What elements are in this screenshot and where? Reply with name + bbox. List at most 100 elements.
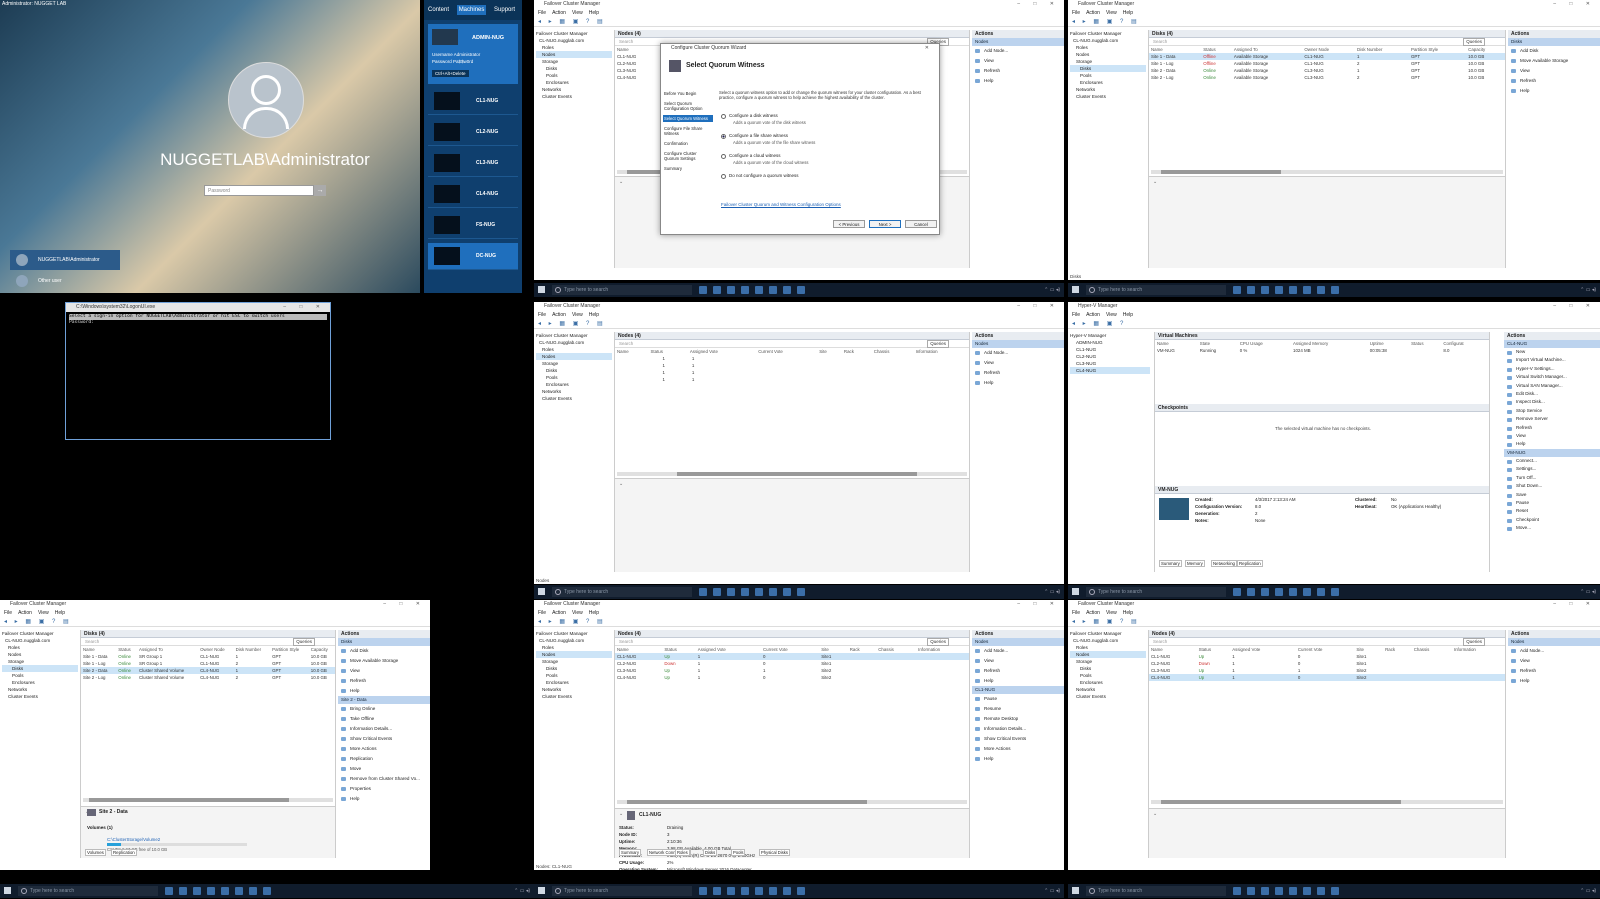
store-icon[interactable] (797, 887, 805, 895)
tree-item[interactable]: Pools (536, 672, 612, 679)
tree-item[interactable]: Networks (536, 86, 612, 93)
toolbar[interactable]: ◂ ▸ ▦ ▣ ? ▤ (534, 617, 1064, 627)
tree-item[interactable]: Storage (1070, 658, 1146, 665)
window-controls[interactable]: – □ ✕ (1553, 0, 1596, 9)
edge-icon[interactable] (713, 588, 721, 596)
server-manager-icon[interactable] (1275, 588, 1283, 596)
tree-item[interactable]: Enclosures (1070, 679, 1146, 686)
tree-item[interactable]: Roles (2, 644, 78, 651)
action-item[interactable]: Move... (1504, 524, 1600, 532)
start-icon[interactable] (538, 887, 545, 894)
action-item[interactable]: Shut Down... (1504, 482, 1600, 490)
column-header[interactable]: CPU Usage (1238, 340, 1291, 347)
user-tile-other[interactable]: Other user (10, 274, 120, 288)
tree-item[interactable]: Networks (2, 686, 78, 693)
cluster-manager-icon[interactable] (755, 588, 763, 596)
toolbar[interactable]: ◂ ▸ ▦ ▣ ? ▤ (1068, 617, 1600, 627)
column-header[interactable]: Assigned To (137, 646, 198, 653)
column-header[interactable]: Disk Number (1355, 46, 1409, 53)
column-header[interactable]: Capacity (309, 646, 335, 653)
menu-help[interactable]: Help (589, 610, 599, 616)
tree-item[interactable]: Enclosures (536, 381, 612, 388)
menu-view[interactable]: View (572, 312, 583, 318)
tab-content[interactable]: Content (428, 7, 449, 13)
taskbar-search[interactable]: Type here to search (1086, 886, 1226, 896)
password-field[interactable]: Password (204, 185, 314, 196)
action-item[interactable]: Move Available Storage (338, 656, 430, 666)
tree-item[interactable]: Nodes (1070, 651, 1146, 658)
collapse-chevron-icon[interactable]: ⌄ (1149, 809, 1505, 819)
tree-item[interactable]: Failover Cluster Manager (1070, 630, 1146, 637)
radio-button[interactable] (721, 114, 726, 119)
action-item[interactable]: Refresh (1504, 424, 1600, 432)
server-manager-icon[interactable] (741, 588, 749, 596)
column-header[interactable]: State (1198, 340, 1238, 347)
action-item[interactable]: Help (972, 754, 1064, 764)
table-row[interactable]: Site 2 - Log Online Available Storage CL3-N… (1149, 74, 1505, 81)
action-item[interactable]: Hyper-V Settings... (1504, 365, 1600, 373)
detail-tab[interactable]: Pools (731, 849, 746, 856)
start-icon[interactable] (4, 887, 11, 894)
tree-item[interactable]: CL4-NUG (1070, 367, 1150, 374)
toolbar[interactable]: ◂ ▸ ▦ ▣ ? ▤ (1068, 17, 1600, 27)
powershell-icon[interactable] (783, 286, 791, 294)
ctrl-alt-delete-button[interactable]: Ctrl+Alt+Delete (432, 70, 469, 77)
action-item[interactable]: Add Node... (1508, 646, 1600, 656)
edge-icon[interactable] (713, 887, 721, 895)
tree-item[interactable]: Failover Cluster Manager (536, 630, 612, 637)
menu-help[interactable]: Help (1123, 610, 1133, 616)
column-header[interactable]: Status (1197, 646, 1231, 653)
column-header[interactable]: Chassis (872, 348, 914, 355)
column-header[interactable]: Partition Style (270, 646, 309, 653)
table-row[interactable]: CL2-NUG Down 1 0 Site1 (615, 660, 969, 667)
tree-item[interactable]: Pools (1070, 72, 1146, 79)
tree-item[interactable]: CL3-NUG (1070, 360, 1150, 367)
server-manager-icon[interactable] (1275, 887, 1283, 895)
column-header[interactable]: Name (615, 646, 662, 653)
menu-help[interactable]: Help (1123, 10, 1133, 16)
column-header[interactable]: Name (1149, 646, 1197, 653)
toolbar[interactable]: ◂ ▸ ▦ ▣ ? (1068, 319, 1600, 329)
horizontal-scrollbar[interactable] (617, 472, 967, 476)
tree-item[interactable]: Storage (2, 658, 78, 665)
help-link[interactable]: Failover Cluster Quorum and Witness Conf… (721, 202, 841, 207)
tree-item[interactable]: CL-NUG.nugglab.com (2, 637, 78, 644)
action-item[interactable]: Move (338, 764, 430, 774)
column-header[interactable]: Assigned Vote (696, 646, 761, 653)
action-item[interactable]: Add Node... (972, 348, 1064, 358)
table-row[interactable]: CL3-NUG Up 1 1 Site2 (1149, 667, 1505, 674)
taskbar-search[interactable]: Type here to search (552, 886, 692, 896)
table-row[interactable]: Site 1 - Data Online SR Group 1 CL1-NUG 1 GPT… (81, 653, 335, 660)
column-header[interactable]: Status (662, 646, 695, 653)
taskbar-search[interactable]: Type here to search (552, 587, 692, 597)
start-icon[interactable] (1072, 588, 1079, 595)
user-tile-admin[interactable]: NUGGETLAB\Administrator (10, 250, 120, 270)
search-box[interactable]: Search Queries (1149, 638, 1505, 646)
action-item[interactable]: More Actions (338, 744, 430, 754)
edge-icon[interactable] (1247, 286, 1255, 294)
machine-card[interactable]: CL3-NUG (428, 150, 518, 177)
action-item[interactable]: View (1508, 656, 1600, 666)
current-machine-card[interactable]: ADMIN-NUG Username Administrator Passwor… (428, 24, 518, 84)
queries-button[interactable]: Queries (927, 638, 949, 646)
store-icon[interactable] (797, 286, 805, 294)
close-icon[interactable]: ✕ (925, 44, 935, 53)
tree-item[interactable]: Cluster Events (536, 395, 612, 402)
action-item[interactable]: Resume (972, 704, 1064, 714)
menu-file[interactable]: File (4, 610, 12, 616)
actions-section[interactable]: Site 2 - Data (338, 696, 430, 704)
detail-tab[interactable]: Memory (1185, 560, 1205, 567)
action-item[interactable]: Add Disk (1508, 46, 1600, 56)
menu-help[interactable]: Help (589, 312, 599, 318)
action-item[interactable]: More Actions (972, 744, 1064, 754)
tree-item[interactable]: Hyper-V Manager (1070, 332, 1150, 339)
wizard-step[interactable]: Summary (663, 165, 713, 172)
horizontal-scrollbar[interactable] (1151, 170, 1503, 174)
edge-icon[interactable] (1247, 887, 1255, 895)
task-view-icon[interactable] (699, 588, 707, 596)
taskbar-search[interactable]: Type here to search (552, 285, 692, 295)
wizard-button[interactable]: Cancel (905, 220, 937, 228)
toolbar[interactable]: ◂ ▸ ▦ ▣ ? ▤ (0, 617, 430, 627)
explorer-icon[interactable] (727, 286, 735, 294)
column-header[interactable]: Disk Number (234, 646, 270, 653)
